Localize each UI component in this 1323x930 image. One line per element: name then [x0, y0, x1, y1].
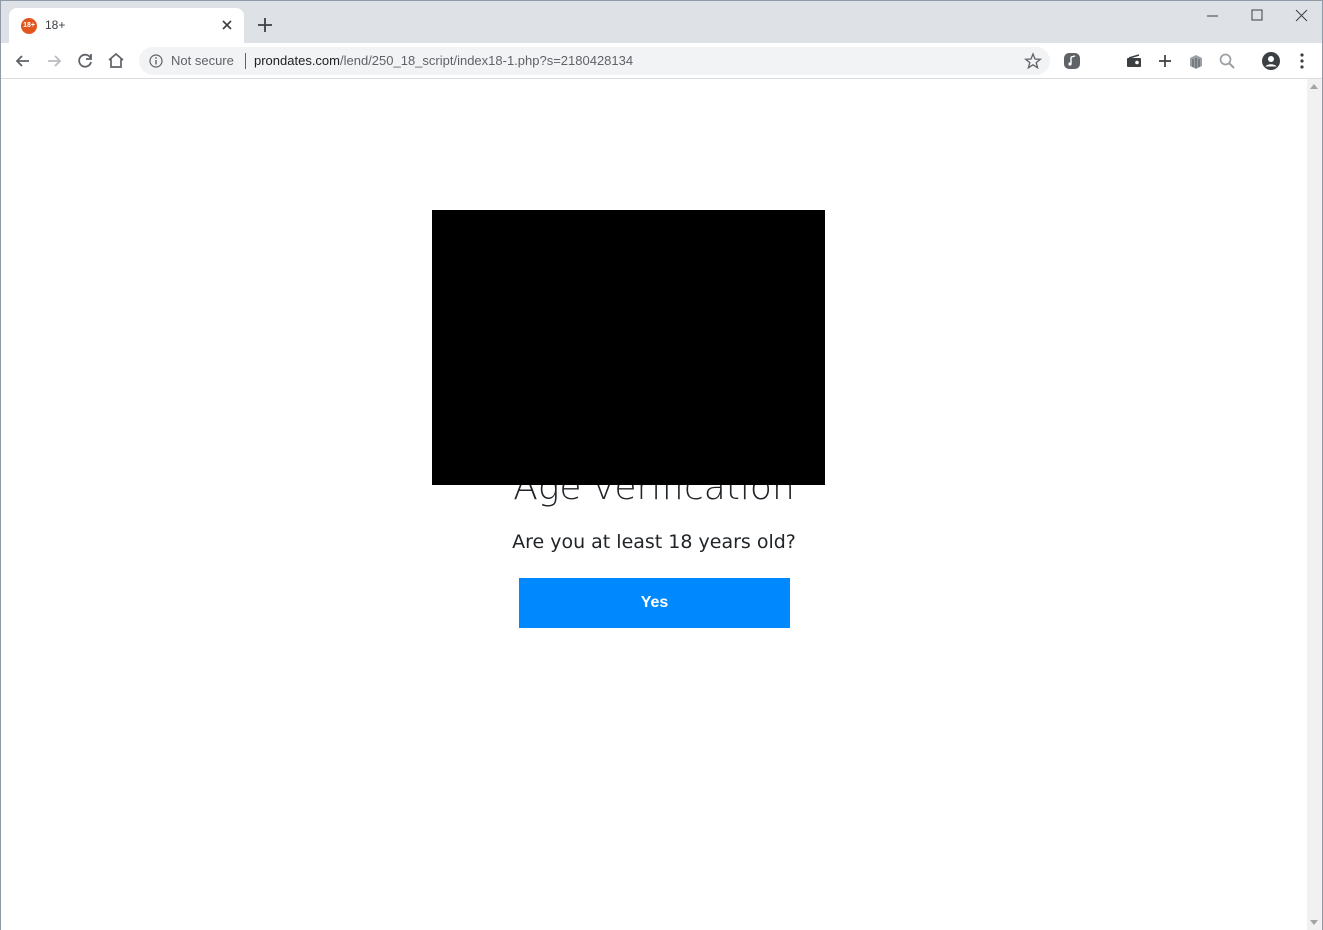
scroll-down-arrow-icon[interactable]	[1310, 920, 1318, 925]
window-close-icon[interactable]	[1279, 1, 1323, 31]
minimize-icon[interactable]	[1190, 1, 1235, 31]
star-icon[interactable]	[1024, 52, 1042, 70]
stack-icon[interactable]	[1184, 49, 1208, 73]
yes-button[interactable]: Yes	[519, 578, 790, 628]
maximize-icon[interactable]	[1235, 1, 1280, 31]
browser-tab[interactable]: 18+ 18+	[9, 8, 244, 43]
url-host: prondates.com	[254, 53, 340, 68]
tab-title: 18+	[45, 18, 66, 32]
hero-image	[432, 210, 825, 485]
reload-icon[interactable]	[73, 49, 97, 73]
back-icon[interactable]	[11, 49, 35, 73]
extension-icon[interactable]	[1060, 49, 1084, 73]
menu-icon[interactable]	[1290, 49, 1314, 73]
scrollbar[interactable]	[1307, 79, 1322, 930]
omnibox-divider	[245, 53, 246, 69]
forward-icon[interactable]	[42, 49, 66, 73]
age-question: Are you at least 18 years old?	[512, 531, 796, 553]
url-path: /lend/250_18_script/index18-1.php?s=2180…	[340, 53, 634, 68]
zoom-icon[interactable]	[1215, 49, 1239, 73]
browser-window: 18+ 18+ Not secure prondates.com/lend/25…	[0, 0, 1323, 930]
scroll-up-arrow-icon[interactable]	[1310, 84, 1318, 89]
cast-icon[interactable]	[1122, 49, 1146, 73]
plus-icon[interactable]	[1153, 49, 1177, 73]
browser-toolbar: Not secure prondates.com/lend/250_18_scr…	[1, 43, 1322, 79]
address-bar[interactable]: Not secure prondates.com/lend/250_18_scr…	[139, 47, 1050, 75]
info-icon[interactable]	[149, 54, 163, 68]
title-bar: 18+ 18+	[1, 1, 1322, 43]
page-viewport: Age verification Are you at least 18 yea…	[1, 79, 1307, 930]
new-tab-icon[interactable]	[255, 15, 275, 35]
tab-favicon-icon: 18+	[21, 18, 37, 34]
close-tab-icon[interactable]	[219, 17, 235, 33]
security-label: Not secure	[171, 53, 234, 68]
home-icon[interactable]	[104, 49, 128, 73]
profile-icon[interactable]	[1259, 49, 1283, 73]
url-text[interactable]: prondates.com/lend/250_18_script/index18…	[254, 53, 633, 68]
